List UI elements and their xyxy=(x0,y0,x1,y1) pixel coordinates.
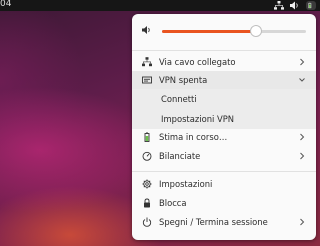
menu-item-wired-network[interactable]: Via cavo collegato xyxy=(132,53,316,71)
chevron-right-icon xyxy=(300,218,305,226)
submenu-item-vpn-settings[interactable]: Impostazioni VPN xyxy=(132,109,316,129)
battery-icon xyxy=(308,2,312,9)
top-bar: 04 xyxy=(0,0,320,11)
volume-slider-fill xyxy=(162,30,256,33)
menu-item-lock[interactable]: Blocca xyxy=(132,194,316,212)
battery-icon xyxy=(144,132,150,142)
system-status-area[interactable] xyxy=(274,1,316,10)
menu-item-power-off[interactable]: Spegni / Termina sessione xyxy=(132,213,316,231)
power-profile-icon xyxy=(142,151,152,161)
lock-icon xyxy=(144,198,150,208)
menu-item-settings[interactable]: Impostazioni xyxy=(132,175,316,193)
chevron-down-icon xyxy=(299,78,305,82)
network-wired-icon xyxy=(142,57,152,67)
settings-icon xyxy=(142,179,152,189)
chevron-right-icon xyxy=(300,58,305,66)
quick-settings-menu: Via cavo collegato VPN spenta Connetti I… xyxy=(132,14,316,240)
menu-item-battery[interactable]: Stima in corso… xyxy=(132,128,316,146)
menu-item-label: Stima in corso… xyxy=(159,132,228,142)
volume-slider-handle[interactable] xyxy=(249,25,262,37)
volume-slider[interactable] xyxy=(162,30,306,33)
menu-item-label: Blocca xyxy=(159,198,187,208)
chevron-right-icon xyxy=(300,133,305,141)
menu-item-label: Impostazioni xyxy=(159,179,213,189)
separator xyxy=(132,50,316,51)
clock[interactable]: 04 xyxy=(0,0,11,9)
separator xyxy=(132,171,316,172)
network-wired-icon xyxy=(274,1,284,10)
volume-row xyxy=(132,16,316,44)
menu-item-label: Spegni / Termina sessione xyxy=(159,217,268,227)
submenu-item-label: Impostazioni VPN xyxy=(161,114,235,124)
submenu-item-vpn-connect[interactable]: Connetti xyxy=(132,89,316,109)
submenu-item-label: Connetti xyxy=(161,94,197,104)
battery-indicator xyxy=(306,1,316,10)
vpn-icon xyxy=(142,76,152,84)
chevron-right-icon xyxy=(300,152,305,160)
menu-item-label: Via cavo collegato xyxy=(159,57,236,67)
menu-item-label: VPN spenta xyxy=(159,75,208,85)
power-icon xyxy=(142,217,152,227)
speaker-icon xyxy=(142,26,150,34)
menu-item-power-profile[interactable]: Bilanciate xyxy=(132,147,316,165)
menu-item-vpn[interactable]: VPN spenta xyxy=(132,71,316,89)
speaker-icon xyxy=(290,1,298,10)
menu-item-label: Bilanciate xyxy=(159,151,201,161)
